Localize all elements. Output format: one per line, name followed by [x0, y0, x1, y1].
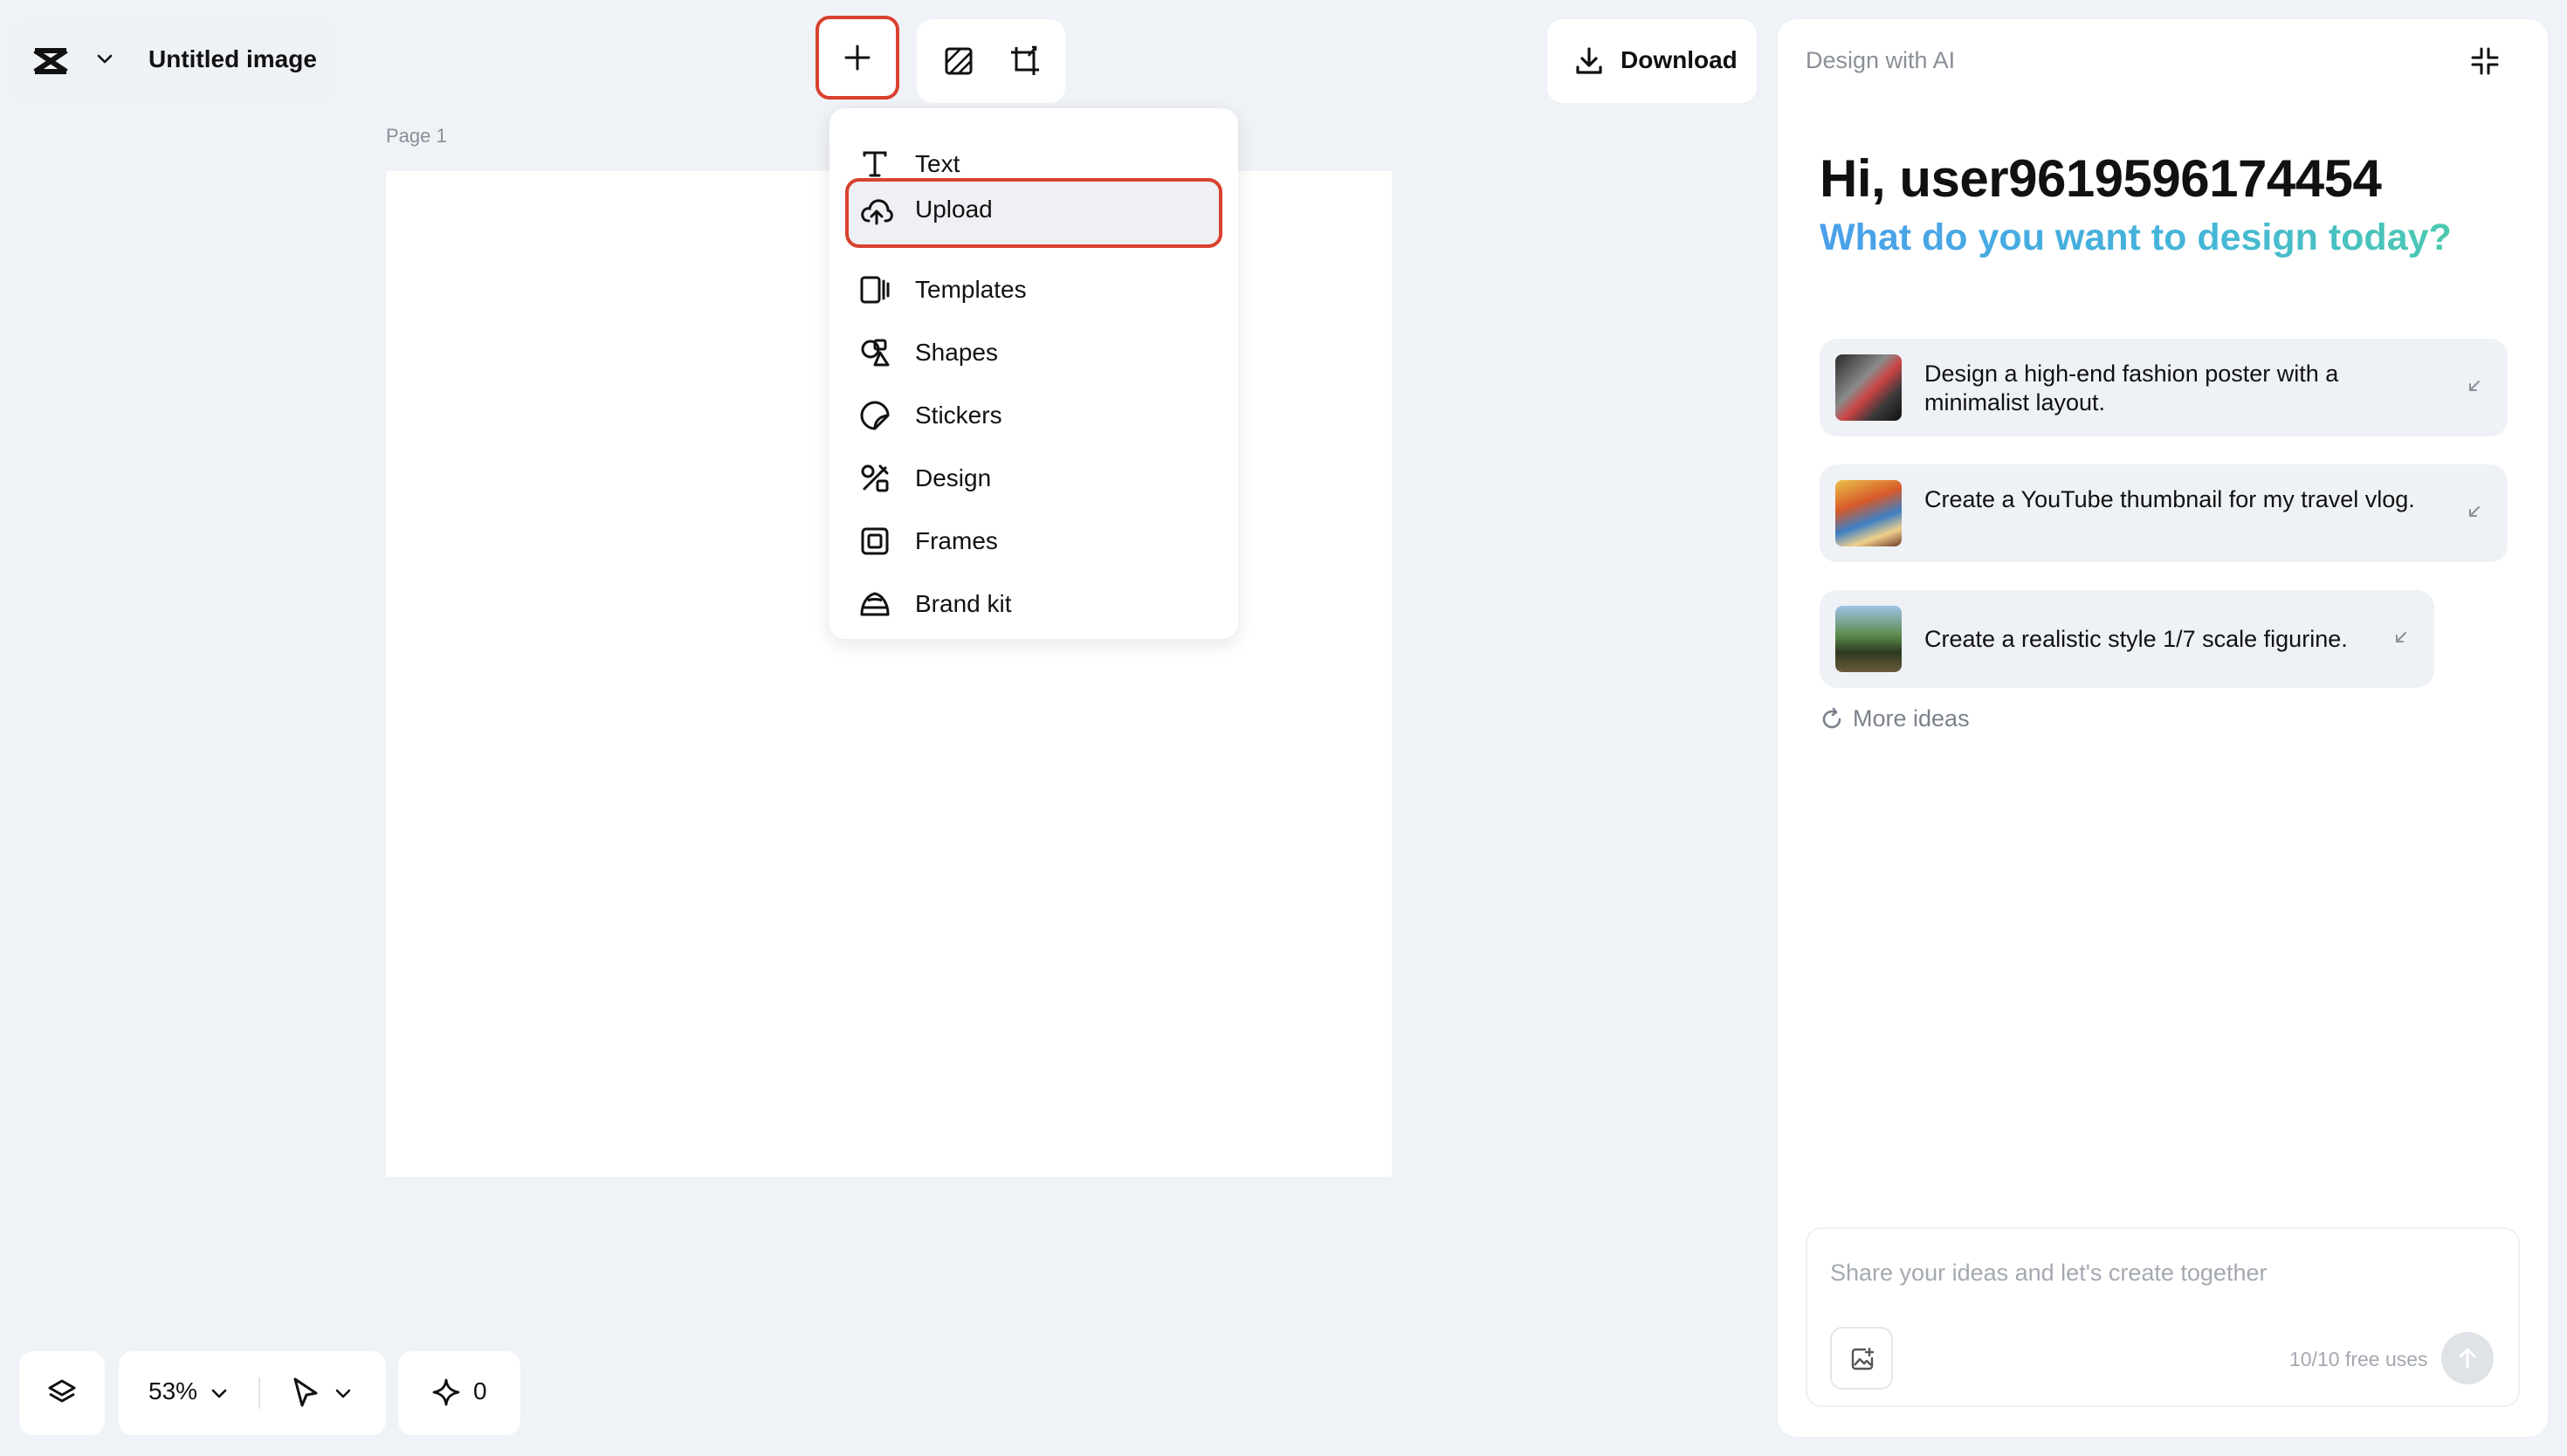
- layers-icon: [46, 1377, 78, 1409]
- sticker-icon: [859, 400, 891, 431]
- insert-arrow-icon: [2466, 377, 2483, 395]
- idea-suggestion[interactable]: Create a YouTube thumbnail for my travel…: [1820, 464, 2508, 562]
- menu-item-upload[interactable]: Upload: [845, 178, 1222, 248]
- idea-text: Create a realistic style 1/7 scale figur…: [1924, 626, 2348, 652]
- greeting-heading: Hi, user9619596174454: [1820, 149, 2382, 208]
- idea-suggestion[interactable]: Create a realistic style 1/7 scale figur…: [1820, 590, 2434, 688]
- insert-arrow-icon: [2466, 503, 2483, 520]
- prompt-input[interactable]: [1830, 1255, 2494, 1290]
- usage-counter: 10/10 free uses: [2289, 1348, 2428, 1370]
- attach-image-button[interactable]: [1830, 1327, 1893, 1390]
- menu-item-templates[interactable]: Templates: [845, 258, 1222, 321]
- menu-item-frames[interactable]: Frames: [845, 510, 1222, 573]
- menu-item-label: Text: [915, 150, 960, 177]
- idea-thumbnail: [1835, 354, 1902, 421]
- download-icon: [1573, 45, 1605, 77]
- greeting-subtitle: What do you want to design today?: [1820, 216, 2452, 258]
- more-ideas-label: More ideas: [1853, 705, 1970, 731]
- menu-item-brand-kit[interactable]: Brand kit: [845, 573, 1222, 635]
- idea-thumbnail: [1835, 480, 1902, 546]
- shapes-icon: [859, 337, 891, 368]
- layers-button[interactable]: [19, 1351, 105, 1435]
- idea-text: Create a YouTube thumbnail for my travel…: [1924, 486, 2415, 512]
- ai-credits-button[interactable]: 0: [398, 1351, 520, 1435]
- menu-item-shapes[interactable]: Shapes: [845, 321, 1222, 384]
- refresh-icon: [1820, 707, 1844, 731]
- chevron-down-icon[interactable]: [334, 1384, 353, 1404]
- design-icon: [859, 463, 891, 494]
- add-image-icon: [1849, 1346, 1875, 1372]
- download-button[interactable]: Download: [1547, 19, 1757, 103]
- templates-icon: [859, 274, 891, 306]
- chevron-down-icon[interactable]: [210, 1384, 229, 1404]
- arrow-up-icon: [2457, 1346, 2478, 1370]
- credits-count: 0: [473, 1377, 487, 1404]
- collapse-icon[interactable]: [2469, 45, 2501, 77]
- document-title[interactable]: Untitled image: [148, 45, 317, 73]
- resize-icon[interactable]: [1008, 44, 1043, 79]
- menu-item-label: Upload: [915, 196, 993, 223]
- menu-item-label: Stickers: [915, 402, 1002, 429]
- menu-item-label: Brand kit: [915, 590, 1012, 617]
- page-label: Page 1: [386, 125, 447, 147]
- sparkle-icon: [431, 1377, 461, 1407]
- idea-thumbnail: [1835, 606, 1902, 672]
- menu-item-stickers[interactable]: Stickers: [845, 384, 1222, 447]
- add-element-menu: Text Upload Templates Shapes Stickers De…: [829, 108, 1238, 639]
- prompt-composer: 10/10 free uses: [1806, 1227, 2520, 1407]
- send-button[interactable]: [2441, 1332, 2494, 1384]
- idea-text: Design a high-end fashion poster with a …: [1924, 361, 2339, 416]
- menu-item-label: Design: [915, 464, 992, 491]
- menu-item-label: Frames: [915, 527, 998, 554]
- download-label: Download: [1621, 46, 1738, 73]
- pointer-tool-icon[interactable]: [290, 1376, 321, 1411]
- frame-icon: [859, 525, 891, 557]
- capcut-logo-icon[interactable]: [31, 42, 70, 80]
- panel-title: Design with AI: [1806, 47, 1956, 73]
- ai-design-panel: Design with AI Hi, user9619596174454 Wha…: [1778, 19, 2548, 1437]
- upload-cloud-icon: [859, 194, 893, 225]
- background-pattern-icon[interactable]: [941, 44, 976, 79]
- insert-arrow-icon: [2392, 628, 2410, 646]
- zoom-level[interactable]: 53%: [148, 1377, 197, 1405]
- project-header: Untitled image: [9, 19, 339, 103]
- idea-suggestion[interactable]: Design a high-end fashion poster with a …: [1820, 339, 2508, 436]
- zoom-controls: 53%: [119, 1351, 386, 1435]
- divider: [258, 1377, 260, 1409]
- canvas-tools: [917, 19, 1065, 103]
- plus-icon: [842, 42, 873, 73]
- chevron-down-icon[interactable]: [94, 49, 115, 70]
- menu-item-label: Shapes: [915, 339, 998, 366]
- add-element-button[interactable]: [816, 16, 899, 100]
- menu-item-label: Templates: [915, 276, 1027, 303]
- menu-item-design[interactable]: Design: [845, 447, 1222, 510]
- text-icon: [859, 148, 891, 180]
- brand-kit-icon: [859, 588, 891, 620]
